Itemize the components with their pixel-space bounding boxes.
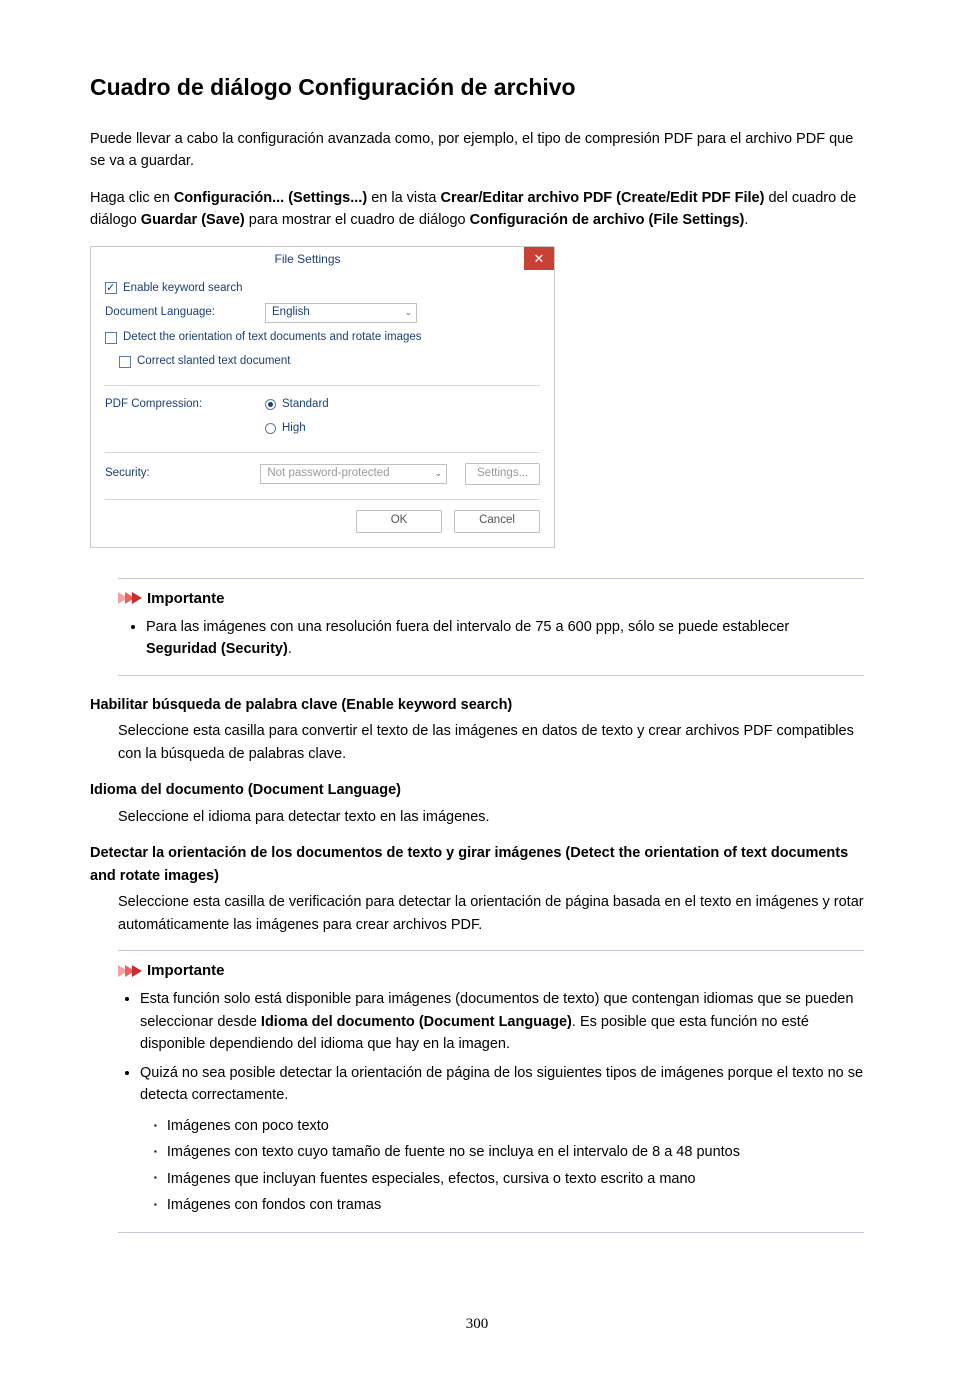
- def-desc: Seleccione esta casilla para convertir e…: [118, 720, 864, 765]
- detect-orientation-checkbox[interactable]: [105, 332, 117, 344]
- enable-keyword-label: Enable keyword search: [123, 280, 243, 298]
- close-icon[interactable]: ✕: [524, 247, 554, 270]
- correct-slanted-label: Correct slanted text document: [137, 353, 290, 371]
- compression-high-radio[interactable]: [265, 423, 276, 434]
- enable-keyword-checkbox[interactable]: [105, 282, 117, 294]
- dialog-title: File Settings: [91, 247, 524, 270]
- security-dropdown[interactable]: Not password-protected ⌄: [260, 464, 447, 484]
- intro-paragraph-1: Puede llevar a cabo la configuración ava…: [90, 128, 864, 173]
- sub-item: Imágenes con texto cuyo tamaño de fuente…: [154, 1141, 864, 1163]
- compression-standard-label: Standard: [282, 396, 329, 414]
- def-term: Habilitar búsqueda de palabra clave (Ena…: [90, 694, 864, 716]
- detect-orientation-label: Detect the orientation of text documents…: [123, 329, 422, 347]
- sub-item: Imágenes que incluyan fuentes especiales…: [154, 1168, 864, 1190]
- security-label: Security:: [105, 465, 260, 483]
- important-item: Para las imágenes con una resolución fue…: [146, 616, 864, 661]
- intro-paragraph-2: Haga clic en Configuración... (Settings.…: [90, 187, 864, 232]
- correct-slanted-checkbox[interactable]: [119, 356, 131, 368]
- ok-button[interactable]: OK: [356, 510, 442, 533]
- important-item: Quizá no sea posible detectar la orienta…: [140, 1062, 864, 1217]
- def-term: Detectar la orientación de los documento…: [90, 842, 864, 887]
- titlebar: File Settings ✕: [91, 247, 554, 270]
- file-settings-dialog: File Settings ✕ Enable keyword search Do…: [90, 246, 555, 548]
- sub-item: Imágenes con poco texto: [154, 1115, 864, 1137]
- chevron-down-icon: ⌄: [435, 467, 443, 481]
- def-desc: Seleccione esta casilla de verificación …: [118, 891, 864, 1233]
- sub-item: Imágenes con fondos con tramas: [154, 1194, 864, 1216]
- compression-standard-radio[interactable]: [265, 399, 276, 410]
- definition-list: Habilitar búsqueda de palabra clave (Ena…: [90, 694, 864, 1234]
- cancel-button[interactable]: Cancel: [454, 510, 540, 533]
- compression-high-label: High: [282, 420, 306, 438]
- chevron-down-icon: ⌄: [404, 306, 412, 320]
- page-title: Cuadro de diálogo Configuración de archi…: [90, 70, 864, 106]
- def-desc: Seleccione el idioma para detectar texto…: [118, 806, 864, 828]
- important-callout-1: Importante Para las imágenes con una res…: [118, 578, 864, 676]
- important-icon: [118, 592, 139, 604]
- doc-language-dropdown[interactable]: English ⌄: [265, 303, 417, 323]
- def-term: Idioma del documento (Document Language): [90, 779, 864, 801]
- important-callout-2: Importante Esta función solo está dispon…: [118, 950, 864, 1233]
- page-number: 300: [90, 1313, 864, 1336]
- important-icon: [118, 965, 139, 977]
- doc-language-label: Document Language:: [105, 304, 265, 322]
- pdf-compression-label: PDF Compression:: [105, 396, 265, 414]
- security-settings-button[interactable]: Settings...: [465, 463, 540, 485]
- important-item: Esta función solo está disponible para i…: [140, 988, 864, 1055]
